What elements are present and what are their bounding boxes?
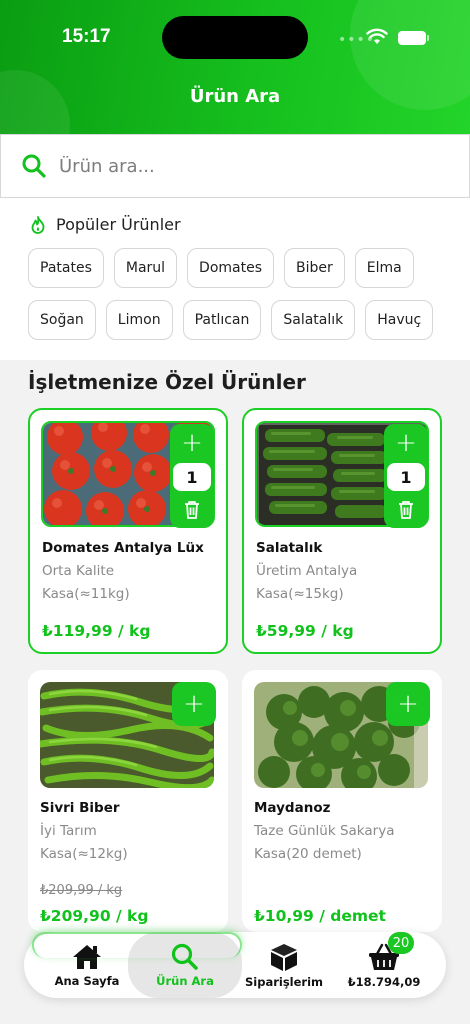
- product-name: Salatalık: [256, 540, 323, 556]
- plus-icon[interactable]: +: [395, 430, 417, 456]
- quantity-stepper[interactable]: + 1: [384, 424, 428, 528]
- page-title: Ürün Ara: [189, 86, 281, 107]
- add-to-cart-button[interactable]: +: [386, 682, 430, 726]
- app-header: 15:17 •••• Ürün Ara: [0, 0, 470, 134]
- product-unit: Kasa(20 demet): [254, 846, 362, 862]
- dynamic-island: [162, 16, 308, 59]
- add-to-cart-button[interactable]: +: [172, 682, 216, 726]
- product-subtitle: İyi Tarım: [40, 823, 97, 839]
- cart-total: ₺18.794,09: [347, 974, 421, 989]
- chips-row-2: Soğan Limon Patlıcan Salatalık Havuç: [28, 300, 434, 340]
- chips-container: Patates Marul Domates Biber Elma Soğan L…: [0, 198, 442, 360]
- plus-icon: +: [397, 689, 419, 719]
- product-unit: Kasa(≈11kg): [42, 586, 130, 602]
- chips-row-1: Patates Marul Domates Biber Elma: [28, 248, 414, 288]
- quantity-value: 1: [173, 463, 211, 491]
- chip-limon[interactable]: Limon: [105, 300, 173, 340]
- product-price: ₺10,99 / demet: [254, 907, 386, 925]
- nav-highlight: [32, 932, 242, 958]
- product-subtitle: Taze Günlük Sakarya: [254, 823, 395, 839]
- trash-icon[interactable]: [183, 500, 201, 520]
- product-name: Domates Antalya Lüx: [42, 540, 204, 556]
- status-time: 15:17: [62, 26, 111, 47]
- plus-icon: +: [183, 689, 205, 719]
- product-card[interactable]: + Sivri Biber İyi Tarım Kasa(≈12kg) ₺209…: [28, 670, 228, 932]
- product-name: Maydanoz: [254, 800, 331, 816]
- product-unit: Kasa(≈12kg): [40, 846, 128, 862]
- search-input[interactable]: [59, 155, 419, 177]
- cart-count-badge: 20: [388, 932, 414, 954]
- chip-salatalik[interactable]: Salatalık: [271, 300, 356, 340]
- section-title: İşletmenize Özel Ürünler: [28, 370, 306, 394]
- nav-cart[interactable]: ₺18.794,09 20: [334, 932, 434, 998]
- product-price: ₺59,99 / kg: [256, 622, 354, 640]
- chip-domates[interactable]: Domates: [187, 248, 275, 288]
- popular-products-section: Popüler Ürünler Patates Marul Domates Bi…: [0, 198, 470, 360]
- search-bar[interactable]: [0, 134, 470, 198]
- chip-elma[interactable]: Elma: [354, 248, 414, 288]
- product-card[interactable]: + 1 Salatalık Üretim Antalya Kasa(≈15kg)…: [242, 408, 442, 654]
- search-icon: [22, 154, 46, 178]
- product-unit: Kasa(≈15kg): [256, 586, 344, 602]
- product-old-price: ₺209,99 / kg: [40, 883, 123, 898]
- wifi-icon: [366, 28, 388, 44]
- chip-havuc[interactable]: Havuç: [365, 300, 434, 340]
- product-name: Sivri Biber: [40, 800, 120, 816]
- chip-sogan[interactable]: Soğan: [28, 300, 96, 340]
- chip-patlican[interactable]: Patlıcan: [182, 300, 262, 340]
- trash-icon[interactable]: [397, 500, 415, 520]
- battery-icon: [398, 31, 429, 45]
- plus-icon[interactable]: +: [181, 430, 203, 456]
- product-card[interactable]: + Maydanoz Taze Günlük Sakarya Kasa(20 d…: [242, 670, 442, 932]
- box-icon: [271, 943, 297, 971]
- product-subtitle: Üretim Antalya: [256, 563, 358, 579]
- chip-biber[interactable]: Biber: [284, 248, 345, 288]
- chip-marul[interactable]: Marul: [113, 248, 178, 288]
- product-subtitle: Orta Kalite: [42, 563, 115, 579]
- nav-search-label: Ürün Ara: [156, 973, 214, 988]
- nav-orders[interactable]: Siparişlerim: [242, 932, 326, 998]
- chip-patates[interactable]: Patates: [28, 248, 104, 288]
- product-price: ₺119,99 / kg: [42, 622, 151, 640]
- product-price: ₺209,90 / kg: [40, 907, 149, 925]
- quantity-stepper[interactable]: + 1: [170, 424, 214, 528]
- nav-home-label: Ana Sayfa: [54, 973, 120, 988]
- nav-orders-label: Siparişlerim: [244, 974, 323, 989]
- product-card[interactable]: + 1 Domates Antalya Lüx Orta Kalite Kasa…: [28, 408, 228, 654]
- quantity-value: 1: [387, 463, 425, 491]
